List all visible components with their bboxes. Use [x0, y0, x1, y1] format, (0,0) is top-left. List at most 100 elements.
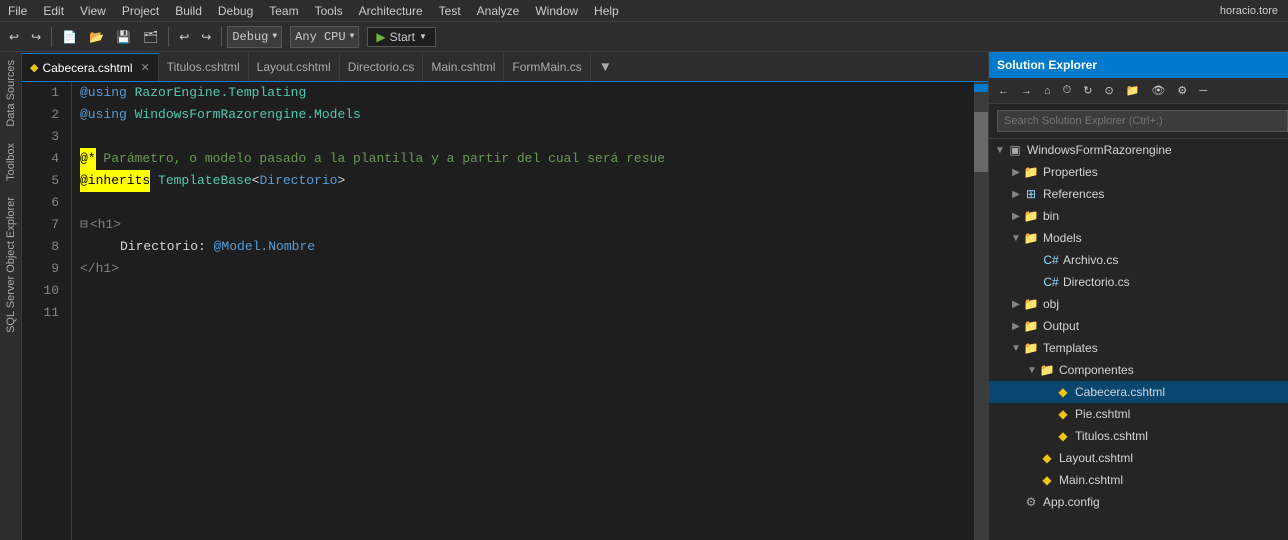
se-search-input[interactable]: [997, 110, 1288, 132]
tree-item-references[interactable]: ▶ ⊞ References: [989, 183, 1288, 205]
cs-archivo-icon: C#: [1043, 252, 1059, 268]
tab-layout[interactable]: Layout.cshtml: [249, 53, 340, 81]
se-back-btn[interactable]: ←: [993, 82, 1014, 100]
menu-analyze[interactable]: Analyze: [469, 2, 528, 20]
tree-item-bin[interactable]: ▶ 📁 bin: [989, 205, 1288, 227]
tree-arrow-templates: ▼: [1009, 343, 1023, 354]
start-label: Start: [390, 30, 415, 44]
toolbar-undo-btn[interactable]: ↩: [174, 27, 194, 47]
se-track-btn[interactable]: ⊙: [1099, 81, 1118, 100]
toolbar-sep3: [221, 27, 222, 47]
tree-item-appconfig[interactable]: ▶ ⚙ App.config: [989, 491, 1288, 513]
menu-file[interactable]: File: [0, 2, 35, 20]
tree-label-archivo: Archivo.cs: [1063, 253, 1118, 267]
folder-componentes-icon: 📁: [1039, 362, 1055, 378]
cs-directorio-icon: C#: [1043, 274, 1059, 290]
toolbar-forward-btn[interactable]: ↪: [26, 27, 46, 47]
start-button[interactable]: ▶ Start ▼: [367, 27, 436, 47]
menu-edit[interactable]: Edit: [35, 2, 72, 20]
menu-project[interactable]: Project: [114, 2, 167, 20]
se-tree: ▼ ▣ WindowsFormRazorengine ▶ 📁 Propertie…: [989, 139, 1288, 540]
solution-explorer-title: Solution Explorer: [997, 58, 1097, 72]
tree-item-directoriocs[interactable]: ▶ C# Directorio.cs: [989, 271, 1288, 293]
toolbar-saveall-btn[interactable]: 🗂: [138, 27, 163, 47]
tree-item-cabecera[interactable]: ▶ ◆ Cabecera.cshtml: [989, 381, 1288, 403]
tab-main-label: Main.cshtml: [431, 60, 495, 74]
tree-item-output[interactable]: ▶ 📁 Output: [989, 315, 1288, 337]
toolbar-redo-btn[interactable]: ↪: [196, 27, 216, 47]
se-collapse-btn[interactable]: ─: [1194, 82, 1212, 100]
tab-cabecera-close[interactable]: ✕: [141, 61, 150, 74]
scroll-bar-vertical[interactable]: [974, 82, 988, 540]
tree-item-componentes[interactable]: ▼ 📁 Componentes: [989, 359, 1288, 381]
tree-item-properties[interactable]: ▶ 📁 Properties: [989, 161, 1288, 183]
menu-window[interactable]: Window: [527, 2, 586, 20]
se-properties-btn[interactable]: ⚙: [1172, 81, 1192, 100]
tree-item-main[interactable]: ▶ ◆ Main.cshtml: [989, 469, 1288, 491]
se-home-btn[interactable]: ⌂: [1039, 82, 1056, 100]
se-new-folder-btn[interactable]: 📁: [1121, 81, 1145, 100]
tree-arrow-componentes: ▼: [1025, 365, 1039, 376]
platform-dropdown[interactable]: Any CPU ▼: [290, 26, 359, 48]
tab-layout-label: Layout.cshtml: [257, 60, 331, 74]
menu-team[interactable]: Team: [261, 2, 306, 20]
tree-label-properties: Properties: [1043, 165, 1098, 179]
side-tab-data-sources[interactable]: Data Sources: [2, 52, 20, 135]
side-tab-sql-server[interactable]: SQL Server Object Explorer: [2, 189, 20, 341]
menu-test[interactable]: Test: [431, 2, 469, 20]
tab-cabecera[interactable]: ◆ Cabecera.cshtml ✕: [22, 53, 159, 81]
code-line-1: @using RazorEngine.Templating: [80, 82, 966, 104]
tab-formmain-label: FormMain.cs: [512, 60, 581, 74]
se-history-btn[interactable]: ⏱: [1058, 81, 1077, 100]
menu-help[interactable]: Help: [586, 2, 627, 20]
tree-label-references: References: [1043, 187, 1104, 201]
code-editor: 1 2 3 4 5 6 7 8 9 10 11 @using RazorEngi…: [22, 82, 988, 540]
toolbar-new-btn[interactable]: 📄: [57, 27, 82, 47]
tree-item-pie[interactable]: ▶ ◆ Pie.cshtml: [989, 403, 1288, 425]
tree-item-obj[interactable]: ▶ 📁 obj: [989, 293, 1288, 315]
tree-item-archivo[interactable]: ▶ C# Archivo.cs: [989, 249, 1288, 271]
se-forward-btn[interactable]: →: [1016, 82, 1037, 100]
tree-label-output: Output: [1043, 319, 1079, 333]
menu-bar: File Edit View Project Build Debug Team …: [0, 0, 1288, 22]
tab-overflow-btn[interactable]: ▼: [593, 59, 618, 74]
tree-label-main: Main.cshtml: [1059, 473, 1123, 487]
toolbar-save-btn[interactable]: 💾: [111, 27, 136, 47]
se-refresh-btn[interactable]: ↻: [1078, 81, 1097, 100]
se-toolbar: ← → ⌂ ⏱ ↻ ⊙ 📁 👁 ⚙ ─: [989, 78, 1288, 104]
tab-titulos-label: Titulos.cshtml: [167, 60, 240, 74]
cshtml-cabecera-icon: ◆: [1055, 384, 1071, 400]
tree-label-titulos: Titulos.cshtml: [1075, 429, 1148, 443]
line-numbers: 1 2 3 4 5 6 7 8 9 10 11: [22, 82, 72, 540]
tree-item-models[interactable]: ▼ 📁 Models: [989, 227, 1288, 249]
editor-container: ◆ Cabecera.cshtml ✕ Titulos.cshtml Layou…: [22, 52, 988, 540]
toolbar: ↩ ↪ 📄 📂 💾 🗂 ↩ ↪ Debug ▼ Any CPU ▼ ▶ Star…: [0, 22, 1288, 52]
toolbar-back-btn[interactable]: ↩: [4, 27, 24, 47]
tab-titulos[interactable]: Titulos.cshtml: [159, 53, 249, 81]
tree-item-templates[interactable]: ▼ 📁 Templates: [989, 337, 1288, 359]
tree-item-titulos[interactable]: ▶ ◆ Titulos.cshtml: [989, 425, 1288, 447]
tab-formmain[interactable]: FormMain.cs: [504, 53, 590, 81]
tab-cabecera-icon: ◆: [30, 61, 38, 74]
debug-config-dropdown[interactable]: Debug ▼: [227, 26, 282, 48]
menu-debug[interactable]: Debug: [210, 2, 261, 20]
se-show-all-btn[interactable]: 👁: [1146, 81, 1170, 100]
code-line-4: @* Parámetro, o modelo pasado a la plant…: [80, 148, 966, 170]
menu-architecture[interactable]: Architecture: [351, 2, 431, 20]
code-content[interactable]: @using RazorEngine.Templating @using Win…: [72, 82, 974, 540]
scroll-thumb[interactable]: [974, 112, 988, 172]
platform-arrow: ▼: [350, 32, 355, 41]
code-line-2: @using WindowsFormRazorengine.Models: [80, 104, 966, 126]
side-tab-toolbox[interactable]: Toolbox: [2, 135, 20, 189]
main-area: Data Sources Toolbox SQL Server Object E…: [0, 52, 1288, 540]
tab-main[interactable]: Main.cshtml: [423, 53, 504, 81]
menu-build[interactable]: Build: [167, 2, 210, 20]
platform-label: Any CPU: [295, 30, 345, 44]
toolbar-open-btn[interactable]: 📂: [84, 27, 109, 47]
tree-item-layout[interactable]: ▶ ◆ Layout.cshtml: [989, 447, 1288, 469]
tree-arrow-models: ▼: [1009, 233, 1023, 244]
menu-tools[interactable]: Tools: [307, 2, 351, 20]
tab-directorio[interactable]: Directorio.cs: [340, 53, 424, 81]
menu-view[interactable]: View: [72, 2, 114, 20]
tree-item-root[interactable]: ▼ ▣ WindowsFormRazorengine: [989, 139, 1288, 161]
